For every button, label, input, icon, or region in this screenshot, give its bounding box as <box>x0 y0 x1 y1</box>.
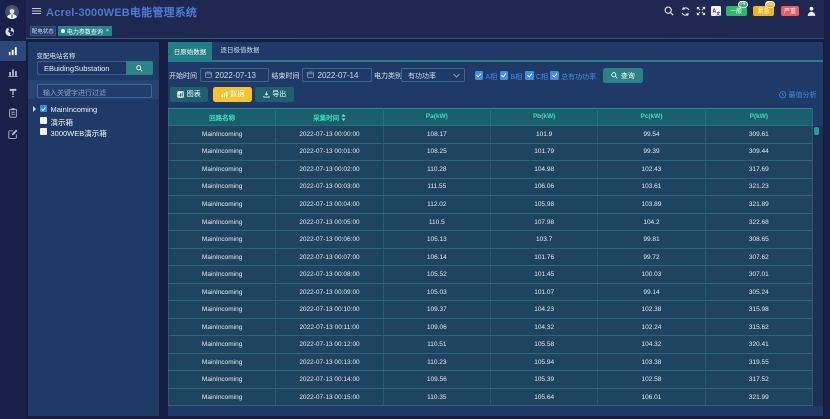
svg-text:文: 文 <box>716 10 720 15</box>
